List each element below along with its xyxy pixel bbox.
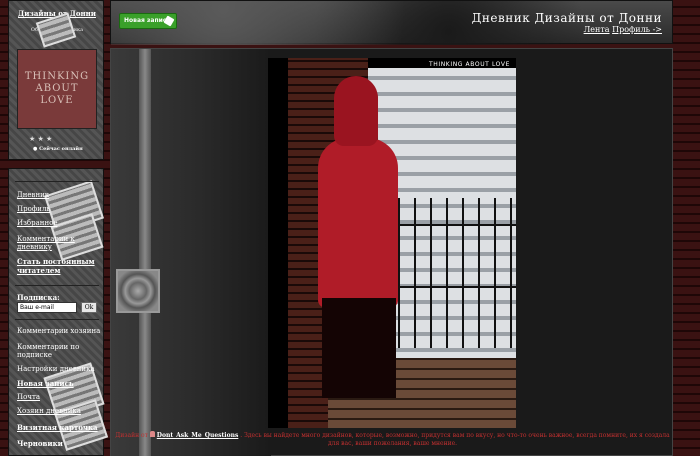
pencil-icon xyxy=(163,15,175,27)
diary-title: Дневник Дизайны от Донни xyxy=(471,11,662,25)
nav-profile-link[interactable]: Профиль xyxy=(17,205,50,213)
diary-header: Новая запись Дневник Дизайны от Донни Ле… xyxy=(110,0,674,45)
owner-comments-link[interactable]: Комментарии хозяина xyxy=(17,327,100,335)
subscribe-ok-button[interactable]: Ok xyxy=(81,302,97,313)
new-post-link[interactable]: Новая запись xyxy=(17,379,74,388)
avatar-text: THINKING ABOUT LOVE xyxy=(24,71,90,106)
navigation-panel: Дневник Профиль Избранное Комментарии к … xyxy=(8,168,109,456)
divider xyxy=(15,285,99,286)
caption-prefix: Дизайн от xyxy=(115,432,148,439)
profile-link[interactable]: Профиль -> xyxy=(612,25,662,34)
divider xyxy=(15,181,99,182)
email-input[interactable]: Ваш e-mail xyxy=(17,302,77,313)
online-status: ● Сейчас онлайн xyxy=(33,146,83,152)
caption-author-link[interactable]: Dont_Ask_Me_Questions xyxy=(157,432,239,439)
nav-favorites-link[interactable]: Избранное xyxy=(17,219,57,227)
divider xyxy=(15,319,99,320)
ornament-icon xyxy=(116,269,160,313)
avatar[interactable]: THINKING ABOUT LOVE xyxy=(17,49,97,129)
feed-link[interactable]: Лента xyxy=(584,25,610,34)
picture-figure-coat xyxy=(318,138,398,308)
mail-link[interactable]: Почта xyxy=(17,393,40,401)
subscribe-label: Подписка: xyxy=(17,293,60,302)
rating-stars: ★ ★ ★ xyxy=(29,135,53,143)
decorative-stripe xyxy=(139,49,151,456)
owner-panel: Дизайны от Донни Оболочка дневника THINK… xyxy=(8,0,104,160)
subscription-comments-link[interactable]: Комментарии по подписке xyxy=(17,343,97,359)
nav-comments-link[interactable]: Комментарии к дневнику xyxy=(17,235,87,251)
user-icon xyxy=(149,431,155,437)
post-area: THINKING ABOUT LOVE Дизайн от Dont_Ask_M… xyxy=(110,48,673,456)
diary-settings-link[interactable]: Настройки дневника xyxy=(17,365,95,373)
picture-figure-skirt xyxy=(322,298,396,398)
picture-figure-hood xyxy=(334,76,378,146)
business-card-link[interactable]: Визитная карточка xyxy=(17,423,98,432)
new-post-button[interactable]: Новая запись xyxy=(119,13,177,29)
diary-owner-link[interactable]: Хозяин дневника xyxy=(17,407,81,415)
decorative-border xyxy=(111,49,271,456)
post-picture: THINKING ABOUT LOVE xyxy=(268,58,516,428)
picture-title: THINKING ABOUT LOVE xyxy=(428,61,510,68)
become-reader-link[interactable]: Стать постоянным читателем xyxy=(17,257,97,275)
nav-diary-link[interactable]: Дневник xyxy=(17,191,49,199)
drafts-link[interactable]: Черновики xyxy=(17,439,63,448)
caption-text: . Здесь вы найдете много дизайнов, котор… xyxy=(240,432,670,447)
header-links: Лента Профиль -> xyxy=(584,25,662,34)
sidebar: Дизайны от Донни Оболочка дневника THINK… xyxy=(8,0,109,456)
post-caption: Дизайн от Dont_Ask_Me_Questions . Здесь … xyxy=(115,431,670,448)
